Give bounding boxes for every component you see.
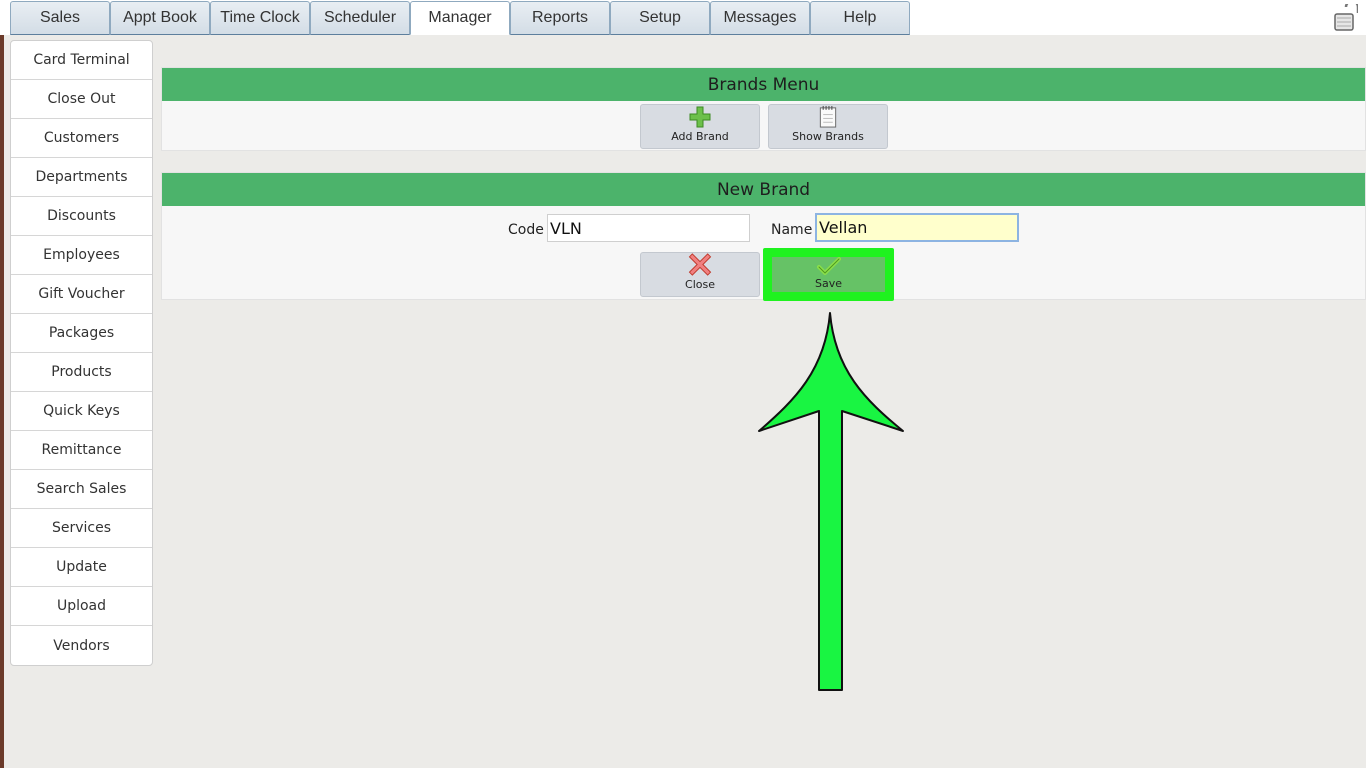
sidebar-item-customers[interactable]: Customers [11,119,152,158]
sidebar-item-upload[interactable]: Upload [11,587,152,626]
sidebar-item-discounts[interactable]: Discounts [11,197,152,236]
new-brand-title: New Brand [162,173,1365,206]
sidebar-item-services[interactable]: Services [11,509,152,548]
tab-setup[interactable]: Setup [610,1,710,35]
tab-appt-book[interactable]: Appt Book [110,1,210,35]
save-label: Save [814,277,842,290]
sidebar-item-search-sales[interactable]: Search Sales [11,470,152,509]
brands-menu-title: Brands Menu [162,68,1365,101]
sidebar-item-update[interactable]: Update [11,548,152,587]
sidebar-item-remittance[interactable]: Remittance [11,431,152,470]
code-label: Code [508,222,544,238]
sidebar-item-card-terminal[interactable]: Card Terminal [11,41,152,80]
save-highlight: Save [763,248,894,301]
sidebar-item-departments[interactable]: Departments [11,158,152,197]
main-tabs: Sales Appt Book Time Clock Scheduler Man… [10,1,910,35]
notepad-icon [819,105,837,128]
close-icon [688,253,712,276]
sidebar-item-employees[interactable]: Employees [11,236,152,275]
tab-help[interactable]: Help [810,1,910,35]
new-brand-panel: New Brand Code Name Close Save [161,172,1366,301]
close-button[interactable]: Close [640,252,760,297]
sidebar-item-close-out[interactable]: Close Out [11,80,152,119]
name-label: Name [771,222,813,238]
add-brand-label: Add Brand [671,130,729,143]
save-button[interactable]: Save [772,257,885,292]
top-nav-bar: Sales Appt Book Time Clock Scheduler Man… [0,0,1366,35]
code-input[interactable] [547,214,750,242]
tab-manager[interactable]: Manager [410,1,510,35]
sidebar-item-vendors[interactable]: Vendors [11,626,152,665]
add-icon [689,106,711,128]
annotation-arrow [758,312,904,691]
checkmark-icon [816,257,841,275]
sidebar-item-products[interactable]: Products [11,353,152,392]
tab-messages[interactable]: Messages [710,1,810,35]
brands-menu-panel: Brands Menu Add Brand Show Brands [161,67,1366,151]
close-label: Close [685,278,715,291]
window-edge [0,0,4,768]
tab-scheduler[interactable]: Scheduler [310,1,410,35]
tab-time-clock[interactable]: Time Clock [210,1,310,35]
name-input[interactable] [815,213,1019,242]
unlock-icon[interactable] [1334,0,1360,32]
sidebar-item-gift-voucher[interactable]: Gift Voucher [11,275,152,314]
show-brands-label: Show Brands [792,130,864,143]
tab-sales[interactable]: Sales [10,1,110,35]
add-brand-button[interactable]: Add Brand [640,104,760,149]
show-brands-button[interactable]: Show Brands [768,104,888,149]
manager-sidebar: Card Terminal Close Out Customers Depart… [10,40,153,666]
sidebar-item-quick-keys[interactable]: Quick Keys [11,392,152,431]
tab-reports[interactable]: Reports [510,1,610,35]
sidebar-item-packages[interactable]: Packages [11,314,152,353]
